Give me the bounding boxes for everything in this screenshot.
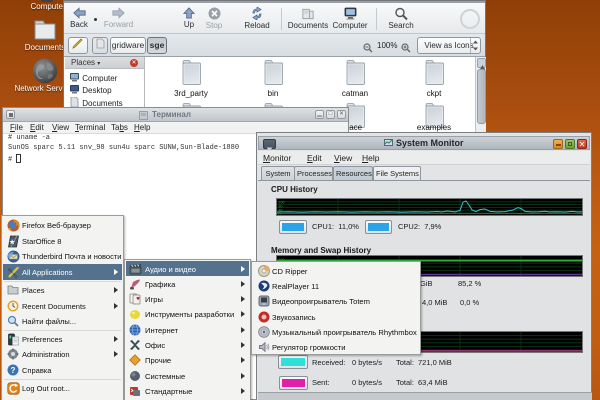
svg-text:0: 0 — [279, 213, 281, 216]
svg-text:?: ? — [11, 366, 16, 375]
